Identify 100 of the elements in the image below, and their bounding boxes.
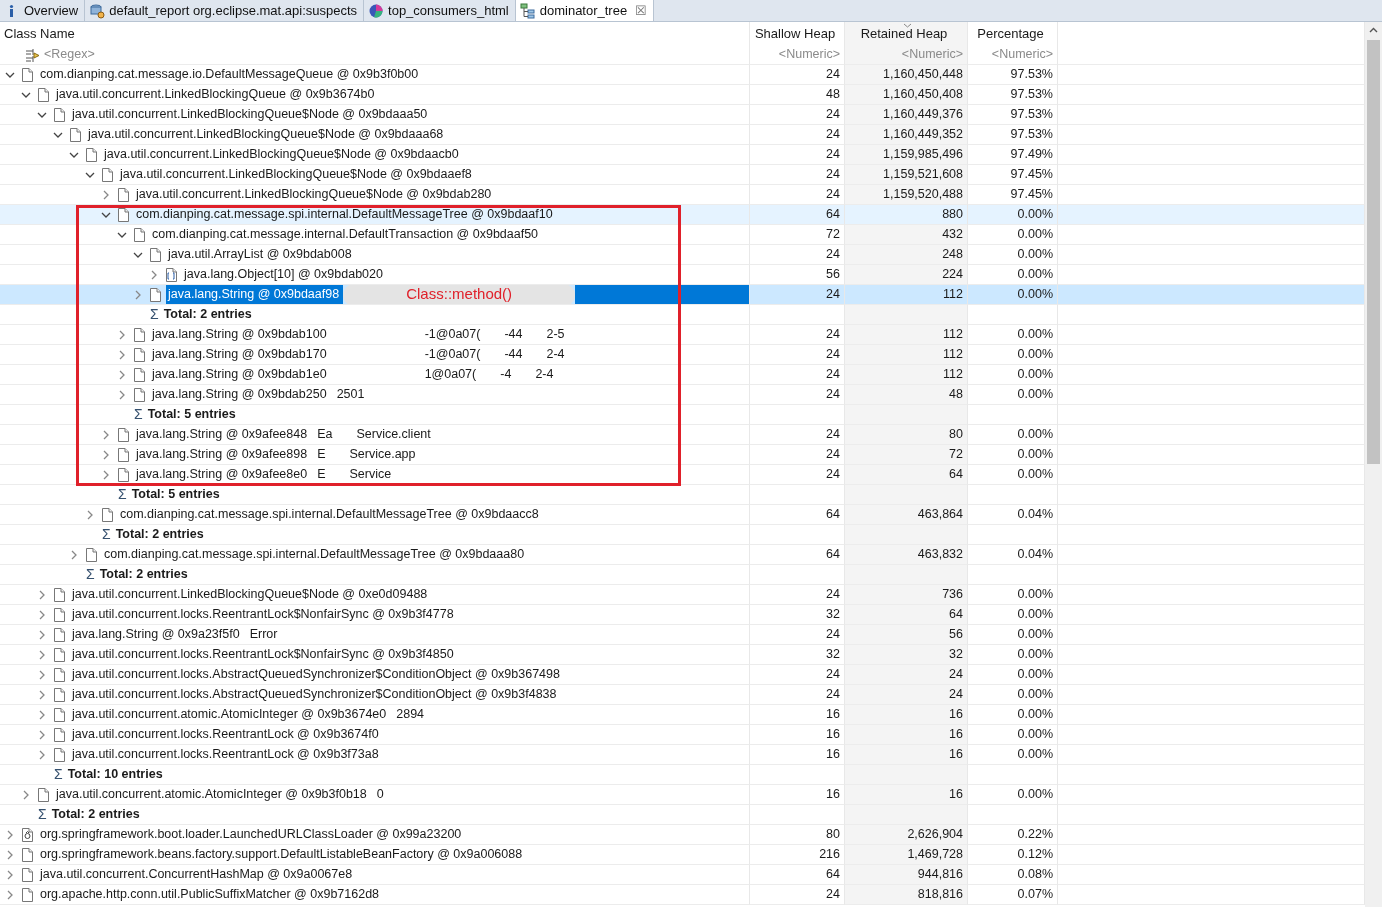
tree-row[interactable]: java.util.concurrent.LinkedBlockingQueue$Node @ 0x9bdaaef8 24 1,159,521,608 97.45% [0,165,1365,185]
column-header[interactable]: Retained Heap [845,22,968,45]
regex-filter-field[interactable]: <Regex> [44,45,95,64]
value-text: Service.client [356,426,431,444]
tree-row[interactable]: java.util.concurrent.locks.ReentrantLock @ 0x9b3f73a8 16 16 0.00% [0,745,1365,765]
document-icon [52,746,67,763]
tree-item-label: com.dianping.cat.message.spi.internal.DefaultMessageTree @ 0x9bdaaf10 [135,206,554,224]
tree-item-label: org.apache.http.conn.util.PublicSuffixMatcher @ 0x9b7162d8 [39,886,381,904]
tree-row[interactable]: com.dianping.cat.message.internal.DefaultTransaction @ 0x9bdaaf50 72 432 0.00% [0,225,1365,245]
table-cell: 0.00% [968,605,1058,625]
table-cell: 72 [845,445,968,465]
tree-row[interactable]: java.lang.String @ 0x9bdab170 -1@0a07( -44 2-4 24 112 0.00% [0,345,1365,365]
tree-row[interactable]: java.lang.String @ 0x9bdab1e0 1@0a07( -4 2-4 24 112 0.00% [0,365,1365,385]
tree-row[interactable]: java.util.concurrent.LinkedBlockingQueue$Node @ 0x9bdaaa68 24 1,160,449,352 97.53% [0,125,1365,145]
tree-row[interactable]: java.lang.String @ 0x9afee898 E Service.app 24 72 0.00% [0,445,1365,465]
tree-row[interactable]: com.dianping.cat.message.io.DefaultMessageQueue @ 0x9b3f0b00 24 1,160,450,448 97.53% [0,65,1365,85]
table-cell: 0.00% [968,645,1058,665]
tree-row[interactable]: com.dianping.cat.message.spi.internal.DefaultMessageTree @ 0x9bdaacc8 64 463,864 0.04% [0,505,1365,525]
value-text: -44 [504,326,523,344]
table-cell: 24 [750,285,845,305]
tree-item-label: java.lang.String @ 0x9afee848 [134,426,309,444]
sum-icon: Σ [86,565,95,584]
table-cell: 0.00% [968,685,1058,705]
tree-row[interactable]: org.springframework.beans.factory.support.DefaultListableBeanFactory @ 0x9a006088 216 1,469,728 0.12% [0,845,1365,865]
document-icon [52,106,67,123]
tree-item-label: java.util.ArrayList @ 0x9bdab008 [166,246,353,264]
tree-row[interactable]: java.util.concurrent.atomic.AtomicInteger @ 0x9b3f0b18 0 16 16 0.00% [0,785,1365,805]
document-icon [116,426,131,443]
table-cell: 0.08% [968,865,1058,885]
table-cell: 0.22% [968,825,1058,845]
tree-item-label: java.util.concurrent.locks.ReentrantLock$NonfairSync @ 0x9b3f4850 [70,646,455,664]
tree-row[interactable]: java.util.concurrent.locks.ReentrantLock$NonfairSync @ 0x9b3f4778 32 64 0.00% [0,605,1365,625]
table-cell: 112 [845,365,968,385]
tree-row[interactable]: java.lang.String @ 0x9a23f5f0 Error 24 56 0.00% [0,625,1365,645]
value-text: 2894 [396,706,425,724]
table-cell: 0.00% [968,725,1058,745]
table-cell: 0.00% [968,465,1058,485]
database-gear-icon [89,3,106,19]
table-cell: 463,832 [845,545,968,565]
tree-row[interactable]: java.lang.String @ 0x9afee848 Ea Service.client 24 80 0.00% [0,425,1365,445]
tree-row[interactable]: java.util.concurrent.locks.ReentrantLock$NonfairSync @ 0x9b3f4850 32 32 0.00% [0,645,1365,665]
document-icon [20,886,35,903]
tree-row[interactable]: java.util.concurrent.LinkedBlockingQueue$Node @ 0x9bdaacb0 24 1,159,985,496 97.49% [0,145,1365,165]
column-header[interactable]: Percentage [968,22,1058,45]
scrollbar-thumb[interactable] [1367,40,1380,464]
table-cell: 1,160,449,376 [845,105,968,125]
document-icon [148,246,163,263]
total-label: Total: 5 entries [131,486,220,504]
classloader-icon [20,826,35,843]
table-cell: 1,160,449,352 [845,125,968,145]
tree-row[interactable]: java.lang.String @ 0x9bdab100 -1@0a07( -44 2-5 24 112 0.00% [0,325,1365,345]
value-text: -44 [504,346,523,364]
tree-row[interactable]: java.util.ArrayList @ 0x9bdab008 24 248 0.00% [0,245,1365,265]
total-label: Total: 2 entries [51,806,140,824]
tree-row[interactable]: java.util.concurrent.LinkedBlockingQueue$Node @ 0x9bdaaa50 24 1,160,449,376 97.53% [0,105,1365,125]
document-icon [20,846,35,863]
tree-row[interactable]: java.lang.String @ 0x9afee8e0 E Service 24 64 0.00% [0,465,1365,485]
table-cell: 0.00% [968,445,1058,465]
table-cell: 0.00% [968,665,1058,685]
scroll-up-icon[interactable] [1369,27,1378,33]
table-cell: 97.45% [968,165,1058,185]
tree-row[interactable]: org.springframework.boot.loader.LaunchedURLClassLoader @ 0x99a23200 80 2,626,904 0.22% [0,825,1365,845]
tree-row[interactable]: java.lang.String @ 0x9bdaaf98 Class::method() 24 112 0.00% [0,285,1365,305]
tree-item-label: java.util.concurrent.locks.ReentrantLock @ 0x9b3f73a8 [70,746,380,764]
tree-row[interactable]: java.util.concurrent.locks.AbstractQueuedSynchronizer$ConditionObject @ 0x9b3f4838 24 24 0.00% [0,685,1365,705]
tree-row[interactable]: java.util.concurrent.LinkedBlockingQueue @ 0x9b3674b0 48 1,160,450,408 97.53% [0,85,1365,105]
tree-row[interactable]: java.util.concurrent.ConcurrentHashMap @ 0x9a0067e8 64 944,816 0.08% [0,865,1365,885]
document-icon [52,646,67,663]
scrollbar[interactable] [1365,22,1382,907]
value-text: 2-5 [546,326,565,344]
document-icon [132,366,147,383]
tree-item-label: com.dianping.cat.message.internal.DefaultTransaction @ 0x9bdaaf50 [151,226,540,244]
tree-item-label: java.util.concurrent.LinkedBlockingQueue$Node @ 0x9bdaaef8 [118,166,473,184]
numeric-filter-field[interactable]: <Numeric> [968,45,1058,65]
total-label: Total: 5 entries [147,406,236,424]
tree-item-label: java.lang.String @ 0x9bdab170 [150,346,328,364]
tree-row[interactable]: java.util.concurrent.atomic.AtomicInteger @ 0x9b3674e0 2894 16 16 0.00% [0,705,1365,725]
tree-row[interactable]: java.util.concurrent.locks.ReentrantLock @ 0x9b3674f0 16 16 0.00% [0,725,1365,745]
table-cell: 432 [845,225,968,245]
sum-icon: Σ [54,765,63,784]
tree-row[interactable]: java.util.concurrent.locks.AbstractQueuedSynchronizer$ConditionObject @ 0x9b367498 24 24 0.00% [0,665,1365,685]
close-button[interactable]: ☒ [635,1,648,21]
tree-row[interactable]: com.dianping.cat.message.spi.internal.DefaultMessageTree @ 0x9bdaaf10 64 880 0.00% [0,205,1365,225]
tree-item-label: java.lang.String @ 0x9bdab1e0 [150,366,328,384]
document-icon [52,626,67,643]
tree-item-label: org.springframework.beans.factory.support.DefaultListableBeanFactory @ 0x9a006088 [39,846,524,864]
tree-row[interactable]: java.lang.String @ 0x9bdab250 2501 24 48 0.00% [0,385,1365,405]
table-cell: 97.53% [968,105,1058,125]
value-text: 2-4 [546,346,565,364]
column-header[interactable]: Class Name [0,22,750,45]
sum-icon: Σ [134,405,143,424]
table-cell: 0.00% [968,425,1058,445]
total-label: Total: 2 entries [163,306,252,324]
table-cell: 0.00% [968,345,1058,365]
tab[interactable]: dominator_tree ☒ [515,0,655,21]
tree-row[interactable]: com.dianping.cat.message.spi.internal.DefaultMessageTree @ 0x9bdaaa80 64 463,832 0.04% [0,545,1365,565]
table-cell: 64 [845,605,968,625]
table-cell: 0.00% [968,705,1058,725]
tree-row[interactable]: org.apache.http.conn.util.PublicSuffixMatcher @ 0x9b7162d8 24 818,816 0.07% [0,885,1365,905]
tree-row[interactable]: java.util.concurrent.LinkedBlockingQueue$Node @ 0xe0d09488 24 736 0.00% [0,585,1365,605]
